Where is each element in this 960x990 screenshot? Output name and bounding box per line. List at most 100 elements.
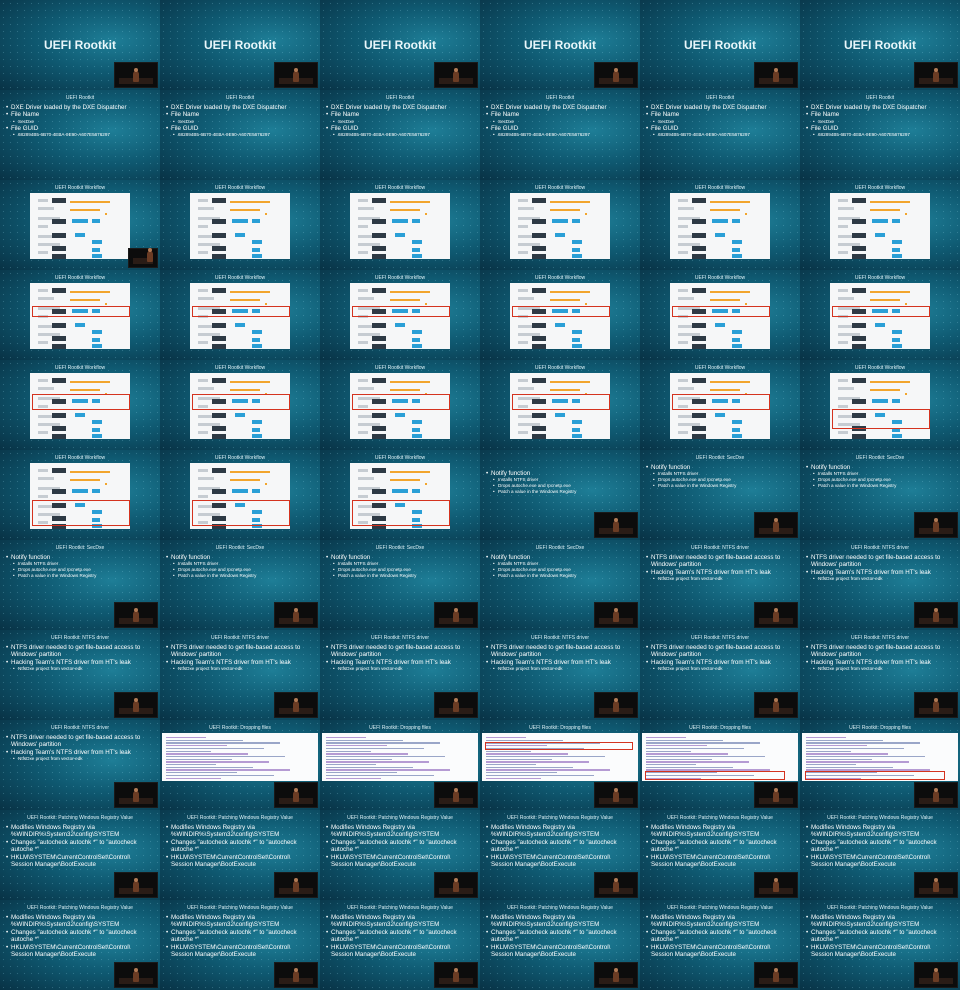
slide-thumbnail[interactable]: UEFI Rootkit: Patching Windows Registry … (0, 900, 160, 990)
slide-thumbnail[interactable]: UEFI Rootkit: SecDxe Notify functionInsta… (480, 540, 640, 630)
workflow-diagram (510, 193, 610, 259)
speaker-figure (773, 611, 779, 622)
slide-thumbnail[interactable]: UEFI Rootkit: Patching Windows Registry … (320, 810, 480, 900)
bullet-item: Changes "autocheck autochk *" to "autoch… (646, 929, 794, 944)
slide-header: UEFI Rootkit Workflow (214, 275, 266, 281)
sub-bullet-item: NtfsDxe project from vector-edk (166, 666, 314, 672)
slide-thumbnail[interactable]: UEFI Rootkit Workflow (320, 270, 480, 360)
slide-thumbnail[interactable]: UEFI Rootkit: NTFS driver NTFS driver nee… (480, 630, 640, 720)
slide-thumbnail[interactable]: UEFI Rootkit: NTFS driver NTFS driver nee… (800, 630, 960, 720)
slide-thumbnail[interactable]: UEFI Rootkit: Patching Windows Registry … (160, 810, 320, 900)
slide-thumbnail[interactable]: UEFI Rootkit Workflow (0, 360, 160, 450)
diagram-node (52, 434, 66, 439)
diagram-arrow (390, 471, 430, 473)
slide-thumbnail[interactable]: UEFI Rootkit DXE Driver loaded by the DXE… (320, 90, 480, 180)
bullet-list: Modifies Windows Registry via %WINDIR%\S… (166, 824, 314, 868)
code-line (486, 766, 573, 769)
slide-thumbnail[interactable]: UEFI Rootkit: SecDxe Notify functionInsta… (160, 540, 320, 630)
slide-thumbnail[interactable]: UEFI Rootkit: Patching Windows Registry … (320, 900, 480, 990)
slide-thumbnail[interactable]: UEFI Rootkit: NTFS driver NTFS driver nee… (800, 540, 960, 630)
slide-thumbnail[interactable]: UEFI Rootkit Workflow (800, 270, 960, 360)
slide-thumbnail[interactable]: UEFI Rootkit: NTFS driver NTFS driver nee… (0, 720, 160, 810)
slide-thumbnail[interactable]: UEFI Rootkit Workflow (480, 360, 640, 450)
slide-thumbnail[interactable]: UEFI Rootkit Workflow (800, 360, 960, 450)
slide-header: UEFI Rootkit Workflow (54, 185, 106, 191)
slide-thumbnail[interactable]: UEFI Rootkit Workflow (640, 180, 800, 270)
slide-thumbnail[interactable]: UEFI Rootkit: SecDxe Notify functionInsta… (320, 540, 480, 630)
diagram-node (532, 219, 546, 224)
speaker-figure (933, 521, 939, 532)
slide-thumbnail[interactable]: UEFI Rootkit: Dropping files (160, 720, 320, 810)
diagram-arrow (870, 381, 910, 383)
speaker-head (148, 248, 152, 252)
slide-thumbnail[interactable]: UEFI Rootkit DXE Driver loaded by the DXE… (160, 90, 320, 180)
diagram-node (532, 246, 546, 251)
diagram-node (212, 254, 226, 259)
slide-thumbnail[interactable]: Notify functionInstalls NTFS driverDrops… (480, 450, 640, 540)
speaker-head (294, 68, 298, 72)
slide-thumbnail[interactable]: UEFI Rootkit: SecDxe Notify functionInsta… (800, 450, 960, 540)
slide-thumbnail[interactable]: UEFI Rootkit Workflow (640, 360, 800, 450)
slide-thumbnail[interactable]: UEFI Rootkit (800, 0, 960, 90)
slide-thumbnail[interactable]: UEFI Rootkit: Dropping files (480, 720, 640, 810)
slide-thumbnail[interactable]: UEFI Rootkit Workflow (320, 360, 480, 450)
slide-thumbnail[interactable]: UEFI Rootkit: NTFS driver NTFS driver nee… (320, 630, 480, 720)
slide-thumbnail[interactable]: UEFI Rootkit Workflow (0, 180, 160, 270)
slide-thumbnail[interactable]: UEFI Rootkit DXE Driver loaded by the DXE… (480, 90, 640, 180)
slide-thumbnail[interactable]: UEFI Rootkit DXE Driver loaded by the DXE… (800, 90, 960, 180)
slide-thumbnail[interactable]: UEFI Rootkit: Dropping files (640, 720, 800, 810)
slide-thumbnail[interactable]: UEFI Rootkit: NTFS driver NTFS driver nee… (160, 630, 320, 720)
slide-header: UEFI Rootkit: Patching Windows Registry … (507, 905, 613, 911)
speaker-figure (293, 701, 299, 712)
slide-thumbnail[interactable]: UEFI Rootkit: Patching Windows Registry … (480, 810, 640, 900)
slide-thumbnail[interactable]: UEFI Rootkit: NTFS driver NTFS driver nee… (0, 630, 160, 720)
bullet-list: DXE Driver loaded by the DXE DispatcherF… (806, 104, 954, 138)
slide-thumbnail[interactable]: UEFI Rootkit DXE Driver loaded by the DXE… (640, 90, 800, 180)
slide-thumbnail[interactable]: UEFI Rootkit Workflow (800, 180, 960, 270)
slide-thumbnail[interactable]: UEFI Rootkit (640, 0, 800, 90)
slide-thumbnail[interactable]: UEFI Rootkit Workflow (480, 180, 640, 270)
slide-thumbnail[interactable]: UEFI Rootkit Workflow (480, 270, 640, 360)
slide-header: UEFI Rootkit: Patching Windows Registry … (187, 815, 293, 821)
slide-thumbnail[interactable]: UEFI Rootkit Workflow (0, 270, 160, 360)
slide-thumbnail[interactable]: UEFI Rootkit: Dropping files (320, 720, 480, 810)
bullet-item: File Name (326, 111, 474, 119)
slide-thumbnail[interactable]: UEFI Rootkit: NTFS driver NTFS driver nee… (640, 630, 800, 720)
code-line (486, 737, 526, 739)
slide-thumbnail[interactable]: UEFI Rootkit Workflow (160, 450, 320, 540)
slide-thumbnail[interactable]: UEFI Rootkit DXE Driver loaded by the DXE… (0, 90, 160, 180)
diagram-lane (198, 379, 208, 382)
slide-thumbnail[interactable]: UEFI Rootkit (160, 0, 320, 90)
slide-header: UEFI Rootkit: Dropping files (369, 725, 431, 731)
bullet-item: Changes "autocheck autochk *" to "autoch… (806, 839, 954, 854)
slide-header: UEFI Rootkit: Patching Windows Registry … (827, 815, 933, 821)
slide-thumbnail[interactable]: UEFI Rootkit: Patching Windows Registry … (0, 810, 160, 900)
slide-thumbnail[interactable]: UEFI Rootkit: Patching Windows Registry … (640, 810, 800, 900)
slide-thumbnail[interactable]: UEFI Rootkit: Patching Windows Registry … (160, 900, 320, 990)
slide-thumbnail[interactable]: UEFI Rootkit Workflow (0, 450, 160, 540)
slide-thumbnail[interactable]: UEFI Rootkit: Patching Windows Registry … (800, 900, 960, 990)
slide-thumbnail[interactable]: UEFI Rootkit Workflow (320, 180, 480, 270)
slide-thumbnail[interactable]: UEFI Rootkit: Patching Windows Registry … (480, 900, 640, 990)
slide-thumbnail[interactable]: UEFI Rootkit Workflow (160, 360, 320, 450)
slide-thumbnail[interactable]: UEFI Rootkit: Patching Windows Registry … (640, 900, 800, 990)
bullet-list: Notify functionInstalls NTFS driverDrops… (806, 464, 954, 489)
slide-thumbnail[interactable]: UEFI Rootkit: NTFS driver NTFS driver nee… (640, 540, 800, 630)
diagram-module (92, 434, 102, 438)
sub-bullet-item: 682894B5-6B70-4EBA-9E90-A607E5676297 (646, 132, 794, 138)
workflow-diagram (830, 283, 930, 349)
slide-thumbnail[interactable]: UEFI Rootkit (320, 0, 480, 90)
slide-thumbnail[interactable]: UEFI Rootkit Workflow (160, 270, 320, 360)
slide-thumbnail[interactable]: UEFI Rootkit: Patching Windows Registry … (800, 810, 960, 900)
slide-thumbnail[interactable]: UEFI Rootkit (0, 0, 160, 90)
speaker-figure (933, 791, 939, 802)
speaker-figure (453, 71, 459, 82)
slide-thumbnail[interactable]: UEFI Rootkit (480, 0, 640, 90)
slide-thumbnail[interactable]: UEFI Rootkit Workflow (320, 450, 480, 540)
slide-thumbnail[interactable]: UEFI Rootkit: Dropping files (800, 720, 960, 810)
slide-thumbnail[interactable]: UEFI Rootkit Workflow (160, 180, 320, 270)
slide-thumbnail[interactable]: UEFI Rootkit: SecDxe Notify functionInsta… (640, 450, 800, 540)
slide-thumbnail[interactable]: UEFI Rootkit Workflow (640, 270, 800, 360)
speaker-head (774, 878, 778, 882)
slide-thumbnail[interactable]: UEFI Rootkit: SecDxe Notify functionInsta… (0, 540, 160, 630)
